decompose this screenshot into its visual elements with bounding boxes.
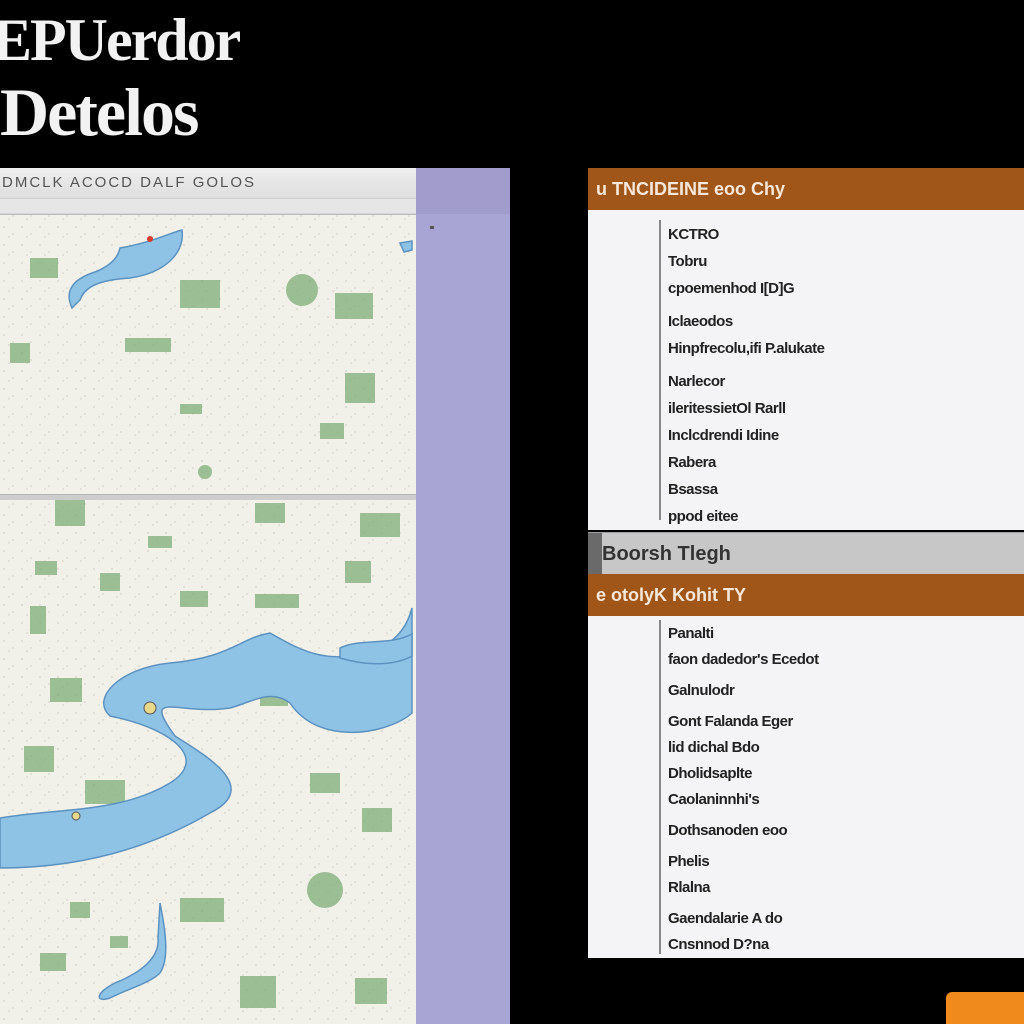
- info-panel-secondary-header: e otolyK Kohit TY: [588, 574, 1024, 616]
- section-bar[interactable]: Boorsh Tlegh: [588, 532, 1024, 575]
- list-item[interactable]: Panalti: [668, 624, 819, 650]
- info-panel-secondary-divider: [659, 620, 661, 954]
- list-item[interactable]: Gont Falanda Eger: [668, 712, 819, 738]
- page-title-line2: Detelos: [0, 74, 199, 150]
- side-panel-header: [416, 168, 510, 214]
- list-item[interactable]: Dholidsaplte: [668, 764, 819, 790]
- map-canvas[interactable]: [0, 168, 416, 1024]
- list-item[interactable]: Phelis: [668, 852, 819, 878]
- side-scroll-panel[interactable]: [416, 168, 510, 1024]
- list-item[interactable]: cpoemenhod I[D]G: [668, 279, 824, 312]
- info-panel-primary-header: u TNCIDEINE eoo Chy: [588, 168, 1024, 210]
- list-item[interactable]: ileritessietOl Rarll: [668, 399, 824, 426]
- info-panel-secondary: e otolyK Kohit TY Panalti faon dadedor's…: [588, 574, 1024, 958]
- list-item[interactable]: Cnsnnod D?na: [668, 935, 819, 961]
- list-item[interactable]: Bsassa: [668, 480, 824, 507]
- map-toolbar[interactable]: DMCLK ACOCD DALF GOLOS: [0, 168, 416, 215]
- side-panel-handle[interactable]: [430, 226, 434, 229]
- page-title-line1: EPUerdor: [0, 7, 241, 73]
- list-item[interactable]: Inclcdrendi Idine: [668, 426, 824, 453]
- list-item[interactable]: Tobru: [668, 252, 824, 279]
- list-item[interactable]: Narlecor: [668, 372, 824, 399]
- list-item[interactable]: Gaendalarie A do: [668, 909, 819, 935]
- action-button[interactable]: [946, 992, 1024, 1024]
- list-item[interactable]: lid dichal Bdo: [668, 738, 819, 764]
- list-item[interactable]: Galnulodr: [668, 681, 819, 712]
- map-marker-icon[interactable]: [71, 811, 81, 821]
- map-panel[interactable]: DMCLK ACOCD DALF GOLOS: [0, 168, 418, 1024]
- list-item[interactable]: Dothsanoden eoo: [668, 821, 819, 852]
- info-panel-primary-list: KCTRO Tobru cpoemenhod I[D]G Iclaeodos H…: [668, 225, 825, 534]
- list-item[interactable]: ppod eitee: [668, 507, 824, 534]
- info-panel-secondary-list: Panalti faon dadedor's Ecedot Galnulodr …: [668, 624, 819, 961]
- map-marker-icon[interactable]: [143, 701, 157, 715]
- map-split-divider[interactable]: [0, 494, 416, 500]
- page-title: EPUerdor Detelos: [0, 7, 241, 150]
- list-item[interactable]: Rlalna: [668, 878, 819, 909]
- list-item[interactable]: Rabera: [668, 453, 824, 480]
- info-panel-primary-divider: [659, 220, 661, 520]
- list-item[interactable]: Caolaninnhi's: [668, 790, 819, 821]
- section-bar-accent: [588, 533, 602, 575]
- list-item[interactable]: faon dadedor's Ecedot: [668, 650, 819, 681]
- list-item[interactable]: Iclaeodos: [668, 312, 824, 339]
- map-toolbar-strip: [0, 198, 416, 213]
- section-bar-label: Boorsh Tlegh: [602, 543, 731, 565]
- list-item[interactable]: Hinpfrecolu,ifi P.alukate: [668, 339, 825, 372]
- map-pin-icon[interactable]: [147, 236, 153, 242]
- info-panel-primary: u TNCIDEINE eoo Chy KCTRO Tobru cpoemenh…: [588, 168, 1024, 530]
- list-item[interactable]: KCTRO: [668, 225, 824, 252]
- map-toolbar-label: DMCLK ACOCD DALF GOLOS: [2, 174, 257, 191]
